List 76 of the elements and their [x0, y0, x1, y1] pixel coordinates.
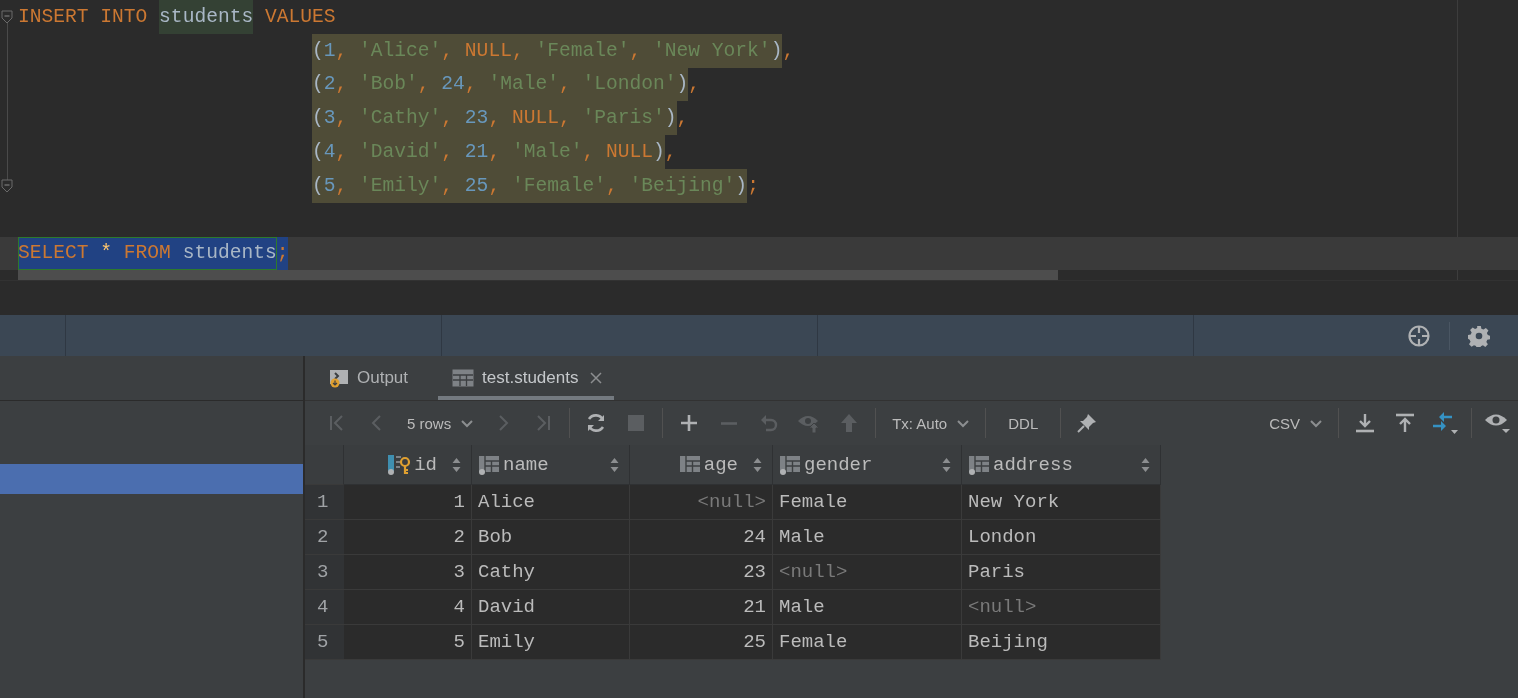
table-cell: Male	[773, 520, 962, 555]
stop-icon	[628, 415, 645, 431]
scrollbar-thumb[interactable]	[18, 270, 1058, 280]
row-number: 4	[305, 590, 344, 625]
result-tab[interactable]: Output	[325, 356, 425, 400]
transaction-mode-dropdown[interactable]: Tx: Auto	[882, 407, 980, 439]
export-format-dropdown[interactable]: CSV	[1259, 407, 1332, 439]
table-cell: <null>	[962, 590, 1161, 625]
code-line: SELECT * FROM students;	[18, 236, 289, 271]
table-icon	[452, 369, 475, 387]
download-icon	[1355, 413, 1375, 433]
table-cell: 21	[630, 590, 773, 625]
sort-icon[interactable]	[610, 456, 619, 473]
table-cell: 25	[630, 625, 773, 660]
compare-arrows-icon	[1432, 411, 1458, 435]
target-icon[interactable]	[1407, 323, 1431, 348]
table-cell: Bob	[472, 520, 630, 555]
table-cell: <null>	[630, 485, 773, 520]
fold-marker-icon[interactable]	[1, 10, 13, 24]
table-cell: 23	[630, 555, 773, 590]
sort-icon[interactable]	[942, 456, 951, 473]
first-page-icon	[328, 414, 346, 432]
ddl-button[interactable]: DDL	[992, 407, 1055, 439]
up-arrow-icon	[840, 413, 859, 433]
table-cell: Alice	[472, 485, 630, 520]
table-cell: Female	[773, 485, 962, 520]
close-icon[interactable]	[590, 372, 603, 384]
fold-marker-icon[interactable]	[1, 179, 13, 193]
column-name: gender	[804, 453, 873, 476]
table-cell: Cathy	[472, 555, 630, 590]
table-cell: New York	[962, 485, 1161, 520]
column-header[interactable]: name	[472, 445, 630, 485]
table-cell: 2	[344, 520, 472, 555]
table-cell: London	[962, 520, 1161, 555]
rows-dropdown[interactable]: 5 rows	[397, 407, 484, 439]
table-cell: 1	[344, 485, 472, 520]
caret-icon	[1310, 420, 1322, 428]
sort-icon[interactable]	[452, 456, 461, 473]
upload-icon	[1395, 413, 1415, 433]
column-name: id	[414, 453, 437, 476]
column-header[interactable]: id	[344, 445, 472, 485]
table-cell: Emily	[472, 625, 630, 660]
row-number: 2	[305, 520, 344, 555]
console-icon	[329, 368, 349, 388]
column-name: name	[503, 453, 549, 476]
table-cell: David	[472, 590, 630, 625]
plus-icon	[680, 414, 699, 432]
table-cell: 5	[344, 625, 472, 660]
table-cell: Male	[773, 590, 962, 625]
row-number: 3	[305, 555, 344, 590]
table-cell: Female	[773, 625, 962, 660]
column-name: age	[703, 453, 738, 476]
code-line: INSERT INTO students VALUES	[18, 0, 336, 34]
settings-icon[interactable]	[1468, 324, 1490, 347]
column-header[interactable]: address	[962, 445, 1161, 485]
table-cell: Paris	[962, 555, 1161, 590]
table-cell: 4	[344, 590, 472, 625]
caret-icon	[461, 420, 474, 428]
sort-icon[interactable]	[1141, 456, 1150, 473]
caret-icon	[957, 420, 970, 428]
column-name: address	[993, 453, 1073, 476]
table-cell: 3	[344, 555, 472, 590]
row-number: 5	[305, 625, 344, 660]
code-editor[interactable]	[0, 0, 1518, 280]
result-tab[interactable]: test.students	[438, 356, 615, 400]
table-cell: 24	[630, 520, 773, 555]
table-cell: <null>	[773, 555, 962, 590]
sort-icon[interactable]	[753, 456, 762, 473]
table-cell: Beijing	[962, 625, 1161, 660]
minus-icon	[720, 421, 739, 425]
column-header[interactable]: gender	[773, 445, 962, 485]
row-number: 1	[305, 485, 344, 520]
undo-icon	[759, 413, 780, 433]
pin-icon	[1076, 412, 1099, 434]
column-header[interactable]: age	[630, 445, 773, 485]
last-page-icon	[534, 414, 553, 432]
